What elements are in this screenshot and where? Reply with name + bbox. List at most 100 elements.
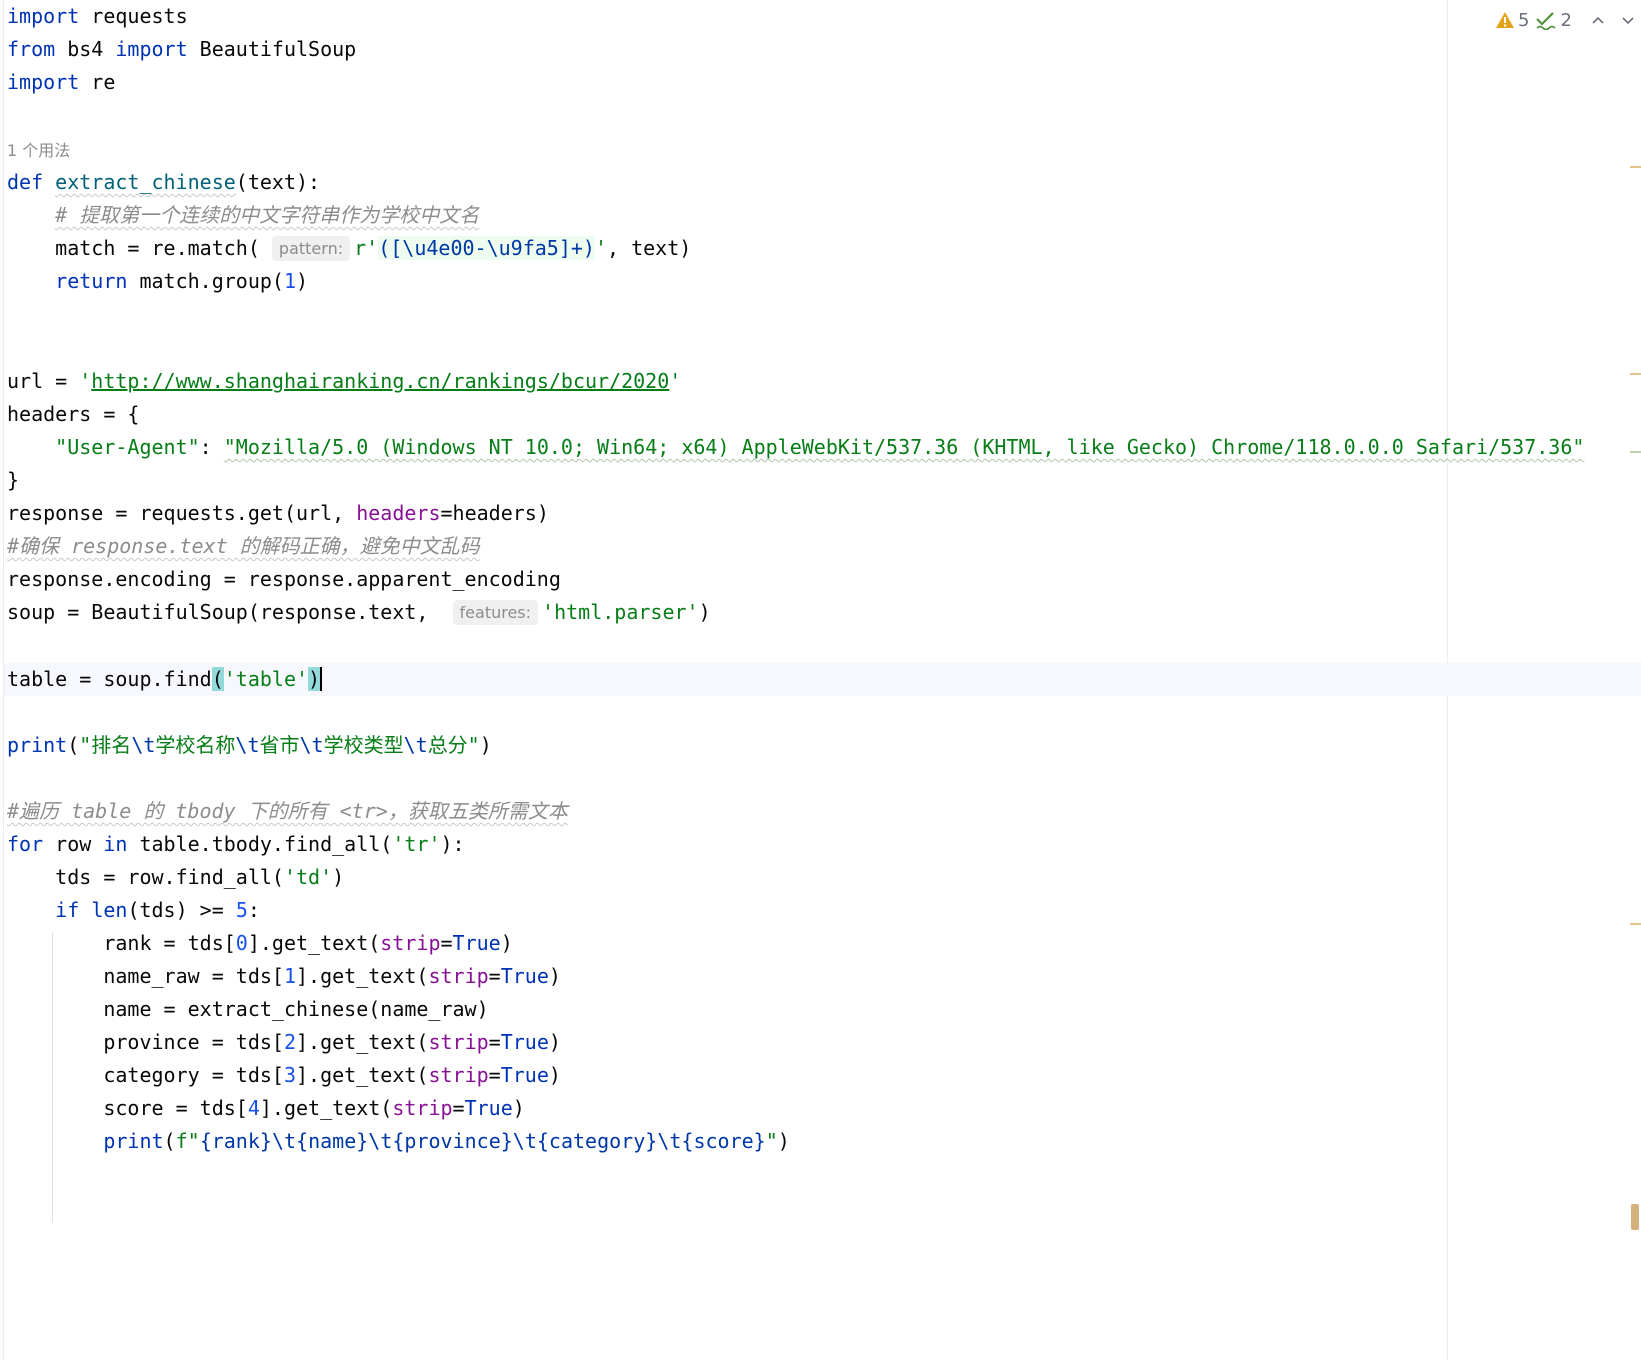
string-literal: 'td': [283, 865, 333, 889]
string-literal: 'tr': [392, 832, 441, 856]
code-text: ): [296, 269, 309, 293]
code-line-if[interactable]: if len(tds) >= 5:: [7, 894, 260, 927]
param-hint: pattern:: [271, 236, 351, 261]
code-text: =: [488, 964, 501, 988]
code-line-category[interactable]: category = tds[3].get_text(strip=True): [7, 1059, 561, 1092]
stripe-marker[interactable]: [1630, 923, 1641, 925]
code-text: url =: [7, 369, 80, 393]
parameter-name: strip: [380, 931, 441, 955]
code-line-3[interactable]: import re: [7, 66, 115, 99]
code-line-score[interactable]: score = tds[4].get_text(strip=True): [7, 1092, 524, 1125]
number: 4: [247, 1096, 260, 1120]
code-text: table = soup.find: [7, 667, 212, 691]
code-text: =: [440, 931, 453, 955]
code-line-url[interactable]: url = 'http://www.shanghairanking.cn/ran…: [7, 365, 681, 398]
escape-sequence: \t: [299, 733, 324, 757]
number: 1: [283, 269, 297, 293]
code-line-response[interactable]: response = requests.get(url, headers=hea…: [7, 497, 549, 530]
code-line-comment[interactable]: #遍历 table 的 tbody 下的所有 <tr>，获取五类所需文本: [7, 795, 568, 828]
string-literal: "Mozilla/5.0 (Windows NT 10.0; Win64; x6…: [223, 435, 1585, 459]
usages-inlay[interactable]: 1 个用法: [7, 133, 70, 166]
parameter-name: strip: [428, 1063, 489, 1087]
code-text: (: [163, 1129, 176, 1153]
code-text: ].get_text(: [259, 1096, 393, 1120]
stripe-marker[interactable]: [1630, 166, 1641, 168]
code-line-soup[interactable]: soup = BeautifulSoup(response.text, feat…: [7, 596, 711, 629]
keyword: if: [55, 898, 80, 922]
code-text: name = extract_chinese(name_raw): [103, 997, 489, 1021]
code-line-tds[interactable]: tds = row.find_all('td'): [7, 861, 344, 894]
code-line-return[interactable]: return match.group(1): [7, 265, 308, 298]
url-link[interactable]: http://www.shanghairanking.cn/rankings/b…: [91, 369, 669, 393]
code-line-close-brace[interactable]: }: [7, 464, 19, 497]
code-text: ): [548, 1063, 561, 1087]
code-line-print-header[interactable]: print("排名\t学校名称\t省市\t学校类型\t总分"): [7, 729, 492, 762]
chevron-up-icon[interactable]: [1588, 10, 1608, 30]
keyword: in: [103, 832, 128, 856]
inspection-widget[interactable]: 5 2: [1495, 6, 1638, 34]
warnings-counter[interactable]: 5: [1495, 10, 1529, 31]
number: 1: [283, 964, 296, 988]
code-text: bs4: [55, 37, 116, 61]
parameter-name: headers: [356, 501, 441, 525]
code-line-name[interactable]: name = extract_chinese(name_raw): [7, 993, 489, 1026]
code-text: response.encoding = response.apparent_en…: [7, 567, 561, 591]
code-text: requests: [79, 4, 188, 28]
regex-literal: ([\u4e00-\u9fa5]+): [378, 236, 595, 260]
code-line-name-raw[interactable]: name_raw = tds[1].get_text(strip=True): [7, 960, 561, 993]
code-line-print-row[interactable]: print(f"{rank}\t{name}\t{province}\t{cat…: [7, 1125, 789, 1158]
stripe-marker[interactable]: [1630, 451, 1641, 453]
string-literal: 学校名称: [155, 733, 236, 757]
number: 0: [235, 931, 248, 955]
code-line-user-agent[interactable]: "User-Agent": "Mozilla/5.0 (Windows NT 1…: [7, 431, 1584, 464]
code-text: ): [698, 600, 711, 624]
comment: #遍历 table 的 tbody 下的所有 <tr>，获取五类所需文本: [7, 799, 568, 823]
code-text: ):: [440, 832, 465, 856]
code-line-headers[interactable]: headers = {: [7, 398, 139, 431]
string-literal: ": [765, 1129, 778, 1153]
builtin-function: print: [7, 733, 68, 757]
code-line-2[interactable]: from bs4 import BeautifulSoup: [7, 33, 356, 66]
parameter-name: strip: [392, 1096, 453, 1120]
keyword: True: [464, 1096, 513, 1120]
chevron-down-icon[interactable]: [1618, 10, 1638, 30]
keyword: True: [500, 964, 549, 988]
code-text: match.group(: [127, 269, 284, 293]
matched-paren: (: [211, 667, 224, 691]
code-editor[interactable]: import requests from bs4 import Beautifu…: [0, 0, 1641, 1360]
code-text: tds = row.find_all(: [55, 865, 284, 889]
parameter-name: strip: [428, 964, 489, 988]
text-caret: [320, 667, 323, 691]
comment: # 提取第一个连续的中文字符串作为学校中文名: [55, 203, 480, 227]
code-line-def[interactable]: def extract_chinese(text):: [7, 166, 320, 199]
string-literal: 'html.parser': [542, 600, 699, 624]
code-line-comment[interactable]: # 提取第一个连续的中文字符串作为学校中文名: [7, 199, 479, 232]
code-line-table[interactable]: table = soup.find('table'): [7, 663, 323, 696]
code-line-rank[interactable]: rank = tds[0].get_text(strip=True): [7, 927, 512, 960]
code-line-province[interactable]: province = tds[2].get_text(strip=True): [7, 1026, 561, 1059]
code-line-encoding[interactable]: response.encoding = response.apparent_en…: [7, 563, 561, 596]
stripe-marker[interactable]: [1630, 373, 1641, 375]
keyword: def: [7, 170, 44, 194]
scrollbar-thumb[interactable]: [1631, 1204, 1639, 1230]
code-text: , text): [607, 236, 692, 260]
typo-check-icon: [1536, 12, 1557, 30]
escape-sequence: \t: [271, 1129, 297, 1153]
usages-hint[interactable]: 1 个用法: [7, 141, 70, 160]
typos-counter[interactable]: 2: [1535, 10, 1572, 31]
code-text: headers = {: [7, 402, 140, 426]
string-literal: "排名: [79, 733, 132, 757]
code-line-1[interactable]: import requests: [7, 0, 188, 33]
fstring-field: {name}: [296, 1129, 369, 1153]
warnings-count: 5: [1518, 9, 1530, 31]
string-literal: r': [354, 236, 379, 260]
number: 5: [235, 898, 248, 922]
code-line-match[interactable]: match = re.match( pattern: r'([\u4e00-\u9…: [7, 232, 691, 265]
code-line-comment[interactable]: #确保 response.text 的解码正确，避免中文乱码: [7, 530, 480, 563]
keyword: True: [500, 1030, 549, 1054]
code-line-for[interactable]: for row in table.tbody.find_all('tr'):: [7, 828, 465, 861]
builtin-function: print: [103, 1129, 164, 1153]
keyword: True: [452, 931, 501, 955]
string-literal: 省市: [259, 733, 300, 757]
